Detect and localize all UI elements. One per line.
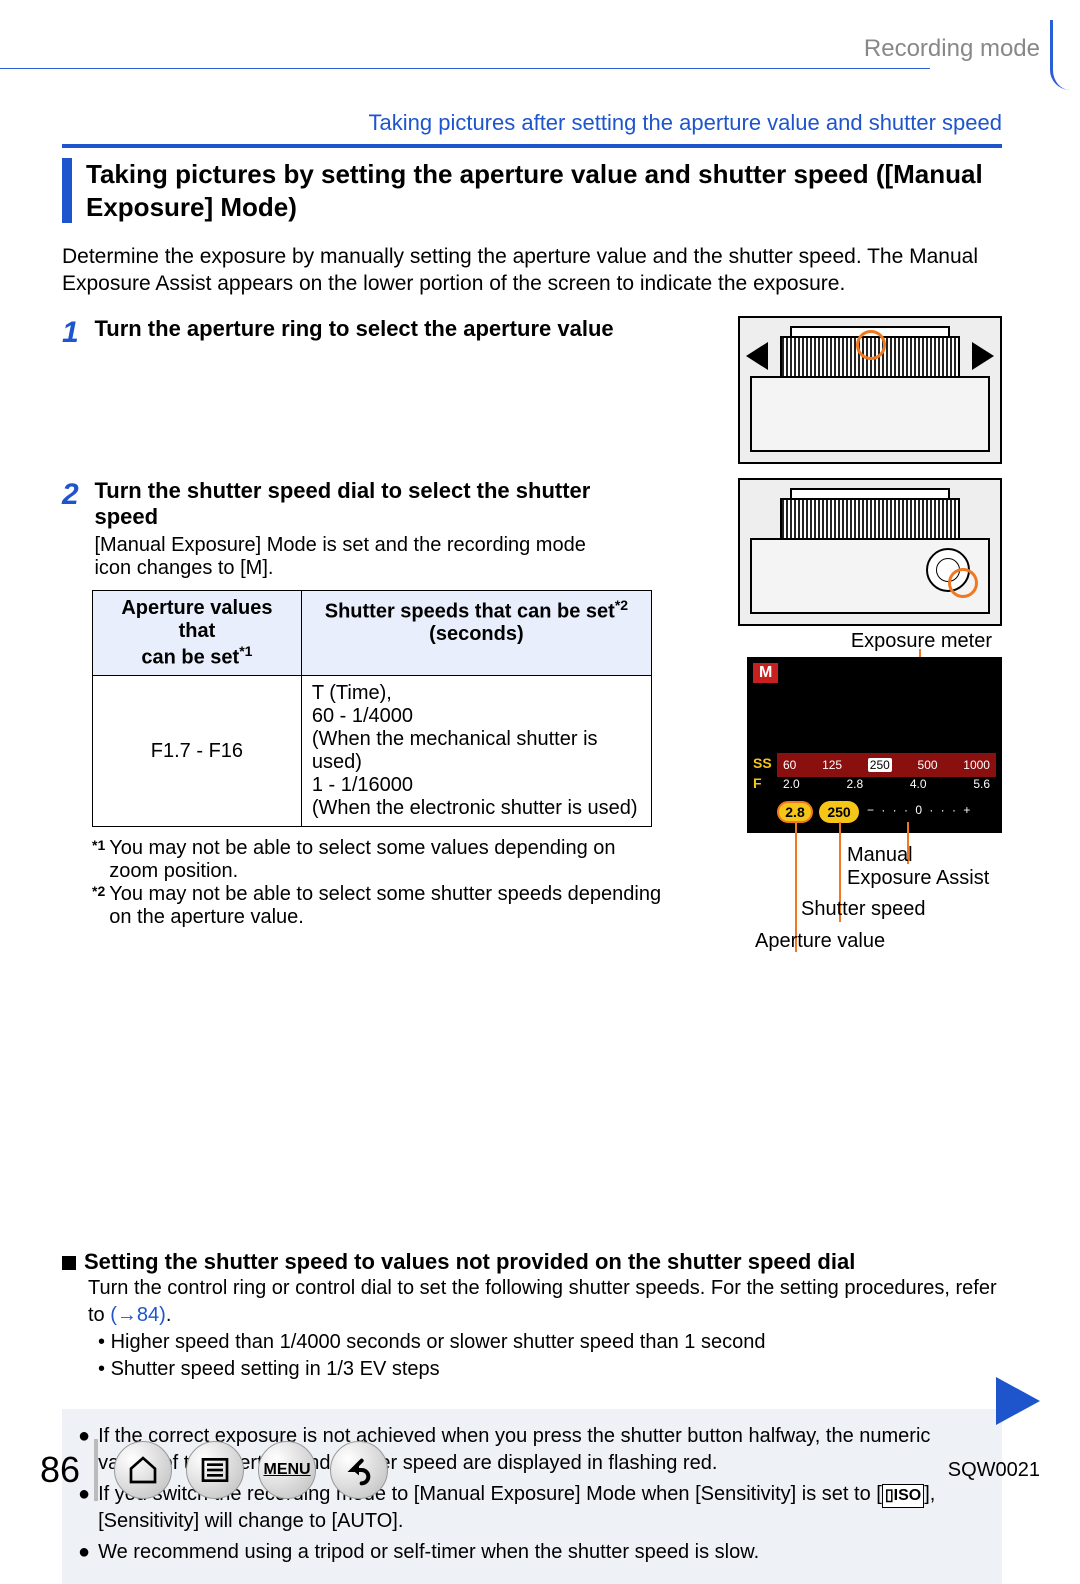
table-header-shutter: Shutter speeds that can be set*2 (second… (301, 590, 651, 676)
sub-bullet-2: Shutter speed setting in 1/3 EV steps (111, 1358, 440, 1380)
callout-aperture: Aperture value (755, 930, 885, 953)
document-code: SQW0021 (948, 1459, 1040, 1482)
step-1: 1 Turn the aperture ring to select the a… (62, 316, 1002, 464)
table-header-aperture: Aperture values that can be set*1 (93, 590, 302, 676)
shutter-dial-illustration (738, 478, 1002, 626)
ss-label: SS (753, 755, 772, 771)
sub-section-heading: Setting the shutter speed to values not … (84, 1249, 855, 1274)
intro-paragraph: Determine the exposure by manually setti… (62, 243, 1002, 298)
sub-body-text-a: Turn the control ring or control dial to… (88, 1277, 997, 1326)
home-icon[interactable] (114, 1441, 172, 1499)
camera-screen: M SS F 60 125 250 500 1000 2.0 2.8 4.0 5… (747, 657, 1002, 833)
callout-manual-1: Manual (847, 844, 913, 866)
footer: 86 MENU SQW0021 (40, 1435, 1040, 1505)
aperture-ring-illustration (738, 316, 1002, 464)
note-3: We recommend using a tripod or self-time… (98, 1539, 759, 1566)
breadcrumb-rule (62, 144, 1002, 148)
step-1-number: 1 (62, 316, 90, 350)
page-tab-corner (1050, 20, 1080, 90)
exposure-meter-label: Exposure meter (747, 630, 1002, 653)
f-label: F (753, 775, 762, 791)
page-link-84[interactable]: (→84) (110, 1304, 166, 1326)
ss-scale: 60 125 250 500 1000 (777, 753, 996, 777)
highlight-circle-icon (856, 330, 886, 360)
mode-m-badge: M (753, 663, 778, 683)
menu-button[interactable]: MENU (258, 1441, 316, 1499)
sub-bullet-1: Higher speed than 1/4000 seconds or slow… (111, 1331, 766, 1353)
sub-section: Setting the shutter speed to values not … (62, 1249, 1002, 1383)
highlight-circle-icon (948, 568, 978, 598)
square-bullet-icon (62, 1256, 76, 1270)
arrow-right-icon (972, 342, 994, 370)
footnotes: *1 You may not be able to select some va… (92, 837, 662, 929)
table-cell-aperture: F1.7 - F16 (93, 676, 302, 827)
exposure-meter-block: Exposure meter M SS F 60 125 250 500 100… (747, 630, 1002, 833)
f-scale: 2.0 2.8 4.0 5.6 (777, 777, 996, 797)
step-2-subtext: [Manual Exposure] Mode is set and the re… (94, 534, 614, 580)
breadcrumb: Taking pictures after setting the apertu… (62, 110, 1002, 136)
page-number: 86 (40, 1449, 80, 1491)
table-cell-shutter: T (Time), 60 - 1/4000 (When the mechanic… (301, 676, 651, 827)
step-1-title: Turn the aperture ring to select the ape… (94, 316, 613, 341)
mode-label: Recording mode (864, 35, 1040, 63)
list-icon[interactable] (186, 1441, 244, 1499)
step-2-title: Turn the shutter speed dial to select th… (94, 478, 590, 529)
settings-table: Aperture values that can be set*1 Shutte… (92, 590, 652, 828)
callout-manual-2: Exposure Assist (847, 867, 989, 889)
callout-shutter: Shutter speed (801, 898, 926, 921)
back-icon[interactable] (330, 1441, 388, 1499)
next-page-arrow-icon[interactable] (996, 1377, 1040, 1425)
arrow-left-icon (746, 342, 768, 370)
shutter-pill: 250 (819, 801, 859, 823)
ev-meter: − · · · 0 · · · + (867, 803, 992, 821)
aperture-pill: 2.8 (777, 801, 813, 823)
header-rule (0, 68, 930, 69)
step-2-number: 2 (62, 478, 90, 512)
page-title: Taking pictures by setting the aperture … (62, 158, 1002, 223)
